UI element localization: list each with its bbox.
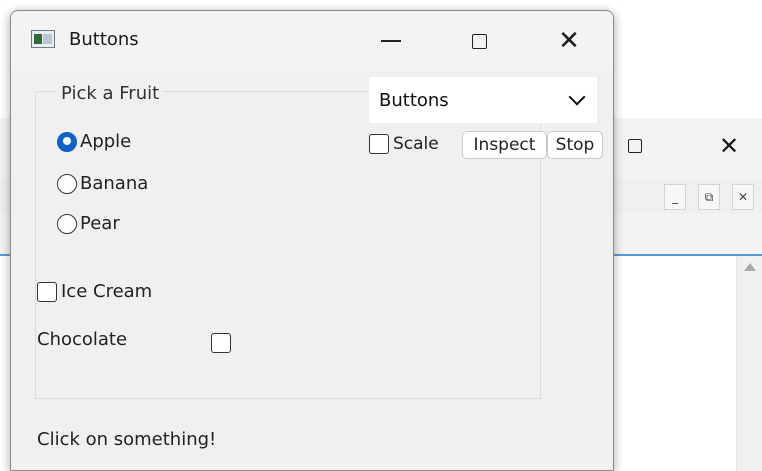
titlebar[interactable]: Buttons ✕	[11, 11, 613, 71]
window-title: Buttons	[69, 29, 139, 50]
maximize-button[interactable]	[439, 11, 519, 71]
radio-button-checked[interactable]	[57, 131, 77, 152]
radio-button[interactable]	[57, 213, 77, 234]
radio-label-banana: Banana	[80, 173, 149, 194]
chocolate-label: Chocolate	[37, 329, 128, 350]
stop-button[interactable]: Stop	[547, 131, 603, 159]
chevron-down-icon	[568, 88, 586, 106]
fruit-group-legend: Pick a Fruit	[57, 83, 164, 104]
background-close-icon[interactable]: ✕	[696, 118, 762, 174]
close-button[interactable]: ✕	[529, 11, 609, 71]
scale-checkbox-row[interactable]: Scale	[369, 134, 439, 154]
scale-checkbox[interactable]	[369, 134, 389, 154]
background-minimize-mini-button[interactable]: _	[664, 184, 686, 210]
radio-pear[interactable]: Pear	[57, 213, 120, 234]
radio-label-apple: Apple	[80, 131, 132, 152]
ice-cream-checkbox[interactable]	[37, 281, 57, 302]
mode-dropdown[interactable]: Buttons	[369, 77, 597, 123]
close-icon: ✕	[558, 26, 580, 56]
maximize-icon	[471, 33, 487, 49]
chocolate-checkbox[interactable]	[211, 333, 231, 353]
scroll-up-arrow-icon[interactable]	[744, 263, 756, 271]
status-text: Click on something!	[37, 429, 217, 450]
background-restore-mini-button[interactable]: ⧉	[698, 184, 720, 210]
app-window-icon	[31, 30, 55, 48]
dropdown-value: Buttons	[379, 89, 449, 111]
background-close-mini-button[interactable]: ✕	[732, 184, 754, 210]
buttons-window: Buttons ✕ Pick a Fruit Apple Banana Pear…	[10, 10, 614, 471]
scale-label: Scale	[393, 134, 439, 154]
ice-cream-checkbox-row[interactable]: Ice Cream	[37, 281, 152, 302]
radio-apple[interactable]: Apple	[57, 131, 131, 152]
background-scrollbar[interactable]	[736, 256, 762, 471]
radio-banana[interactable]: Banana	[57, 173, 148, 194]
minimize-icon	[381, 40, 401, 42]
radio-button[interactable]	[57, 173, 77, 194]
radio-label-pear: Pear	[80, 213, 120, 234]
background-maximize-icon[interactable]	[612, 118, 658, 174]
minimize-button[interactable]	[351, 11, 431, 71]
inspect-button[interactable]: Inspect	[462, 131, 547, 159]
ice-cream-label: Ice Cream	[61, 281, 153, 302]
